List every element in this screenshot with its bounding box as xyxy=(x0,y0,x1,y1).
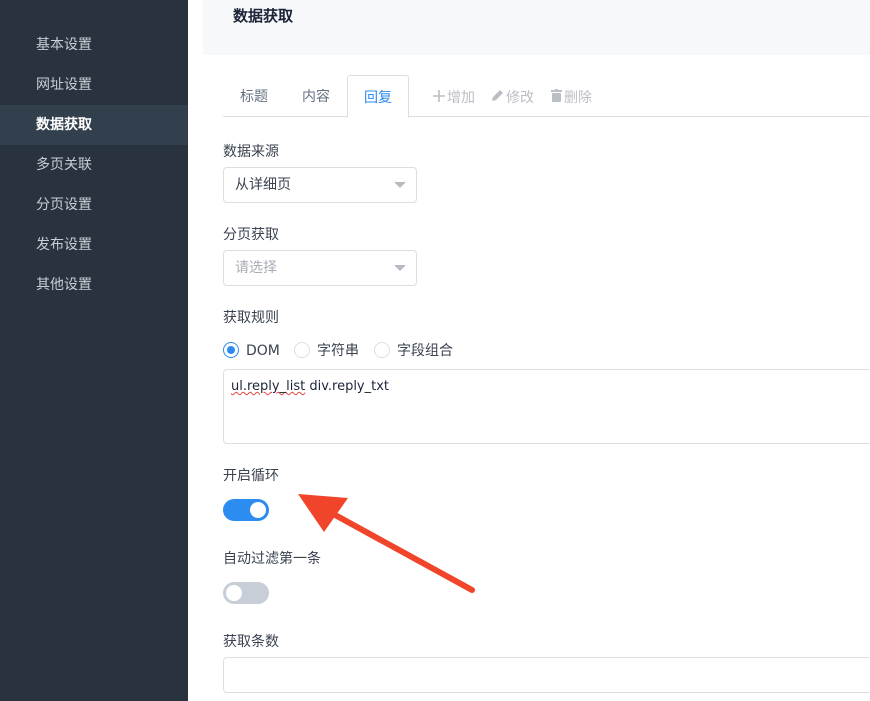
rule-text-part2: div.reply_txt xyxy=(305,379,390,394)
tab-reply[interactable]: 回复 xyxy=(347,75,409,118)
filter-first-toggle[interactable] xyxy=(223,582,269,604)
sidebar-item-publish[interactable]: 发布设置 xyxy=(0,225,188,265)
annotation-arrow-icon xyxy=(298,494,475,593)
delete-label: 删除 xyxy=(564,90,592,106)
plus-icon xyxy=(433,90,445,106)
pencil-icon xyxy=(491,89,504,106)
page-header: 数据获取 xyxy=(203,0,870,55)
add-label: 增加 xyxy=(447,90,475,106)
sidebar-item-pagination[interactable]: 分页设置 xyxy=(0,185,188,225)
chevron-down-icon xyxy=(394,265,406,271)
sidebar-item-basic-settings[interactable]: 基本设置 xyxy=(0,25,188,65)
count-input[interactable] xyxy=(223,657,870,693)
rule-label: 获取规则 xyxy=(223,310,279,326)
loop-label: 开启循环 xyxy=(223,468,279,484)
page-title: 数据获取 xyxy=(233,7,294,25)
rule-textarea[interactable]: ul.reply_list div.reply_txt xyxy=(223,369,870,444)
edit-button[interactable]: 修改 xyxy=(491,87,534,107)
sidebar-item-multi-page[interactable]: 多页关联 xyxy=(0,145,188,185)
count-label: 获取条数 xyxy=(223,634,279,650)
sidebar-item-url-settings[interactable]: 网址设置 xyxy=(0,65,188,105)
delete-button[interactable]: 删除 xyxy=(551,87,592,107)
filter-first-toggle-knob xyxy=(226,585,242,601)
page-fetch-select[interactable]: 请选择 xyxy=(223,250,417,286)
data-source-value: 从详细页 xyxy=(235,177,291,193)
tab-title[interactable]: 标题 xyxy=(226,75,282,117)
page-fetch-label: 分页获取 xyxy=(223,227,279,243)
edit-label: 修改 xyxy=(506,90,534,106)
radio-field-combo-circle xyxy=(374,342,390,358)
rule-text-part1: ul.reply_list xyxy=(231,379,306,394)
radio-field-combo-label: 字段组合 xyxy=(397,343,453,359)
data-source-select[interactable]: 从详细页 xyxy=(223,167,417,203)
add-button[interactable]: 增加 xyxy=(433,87,475,107)
trash-icon xyxy=(551,89,562,106)
data-source-label: 数据来源 xyxy=(223,144,279,160)
loop-toggle-knob xyxy=(250,502,266,518)
loop-toggle[interactable] xyxy=(223,499,269,521)
sidebar-item-data-fetch[interactable]: 数据获取 xyxy=(0,105,188,145)
tab-content[interactable]: 内容 xyxy=(288,75,344,117)
sidebar: 基本设置 网址设置 数据获取 多页关联 分页设置 发布设置 其他设置 xyxy=(0,0,188,701)
sidebar-item-other[interactable]: 其他设置 xyxy=(0,265,188,305)
radio-dom-label: DOM xyxy=(246,343,280,359)
chevron-down-icon xyxy=(394,182,406,188)
radio-string-circle xyxy=(294,342,310,358)
radio-dom-circle xyxy=(223,342,239,358)
page-fetch-placeholder: 请选择 xyxy=(235,260,277,276)
radio-string-label: 字符串 xyxy=(317,343,359,359)
